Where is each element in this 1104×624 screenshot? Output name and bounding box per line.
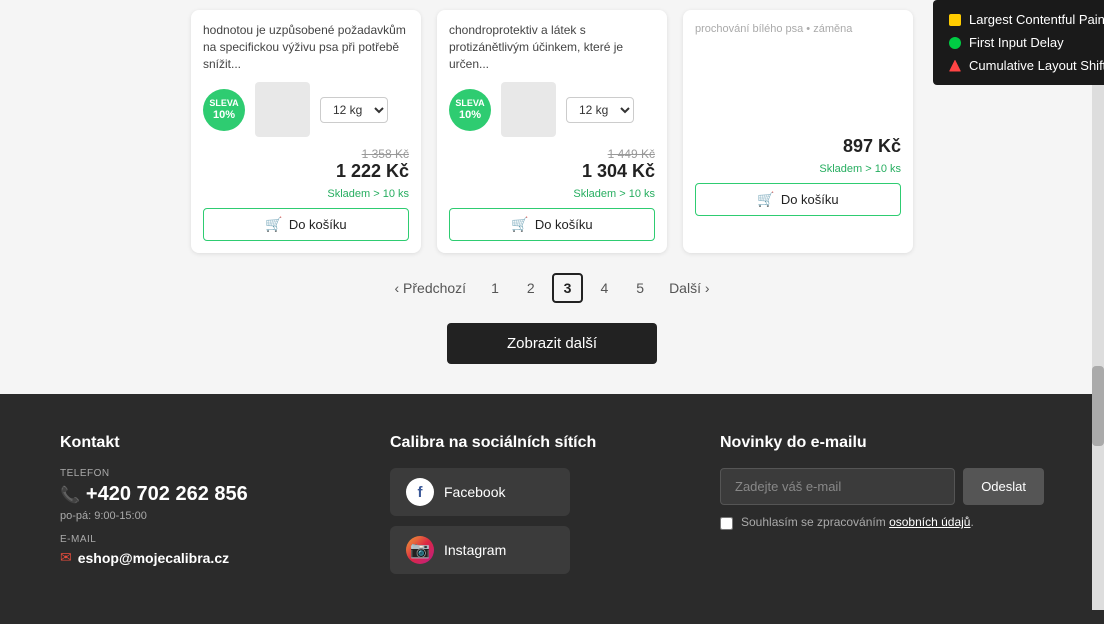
footer: Kontakt TELEFON 📞 +420 702 262 856 po-pá… [0,394,1104,624]
show-more-button[interactable]: Zobrazit další [447,323,657,364]
working-hours: po-pá: 9:00-15:00 [60,510,330,522]
phone-icon: 📞 [60,485,80,505]
phone-row: 📞 +420 702 262 856 [60,483,330,506]
perf-row-lcp: Largest Contentful Paint 3.07 s [949,12,1104,27]
page-2-btn[interactable]: 2 [516,274,546,302]
stock-info-3: Skladem > 10 ks [695,163,901,175]
lcp-dot [949,14,961,26]
gdpr-row: Souhlasím se zpracováním osobních údajů. [720,515,1044,530]
footer-social-title: Calibra na sociálních sítích [390,434,660,452]
fid-dot [949,37,961,49]
cls-label: Cumulative Layout Shift [969,58,1104,73]
page-1-btn[interactable]: 1 [480,274,510,302]
product-controls-2: SLEVA 10% 12 kg 4 kg 2 kg [449,82,655,137]
facebook-icon: f [406,478,434,506]
email-row: ✉ eshop@mojecalibra.cz [60,549,330,566]
price-area-1: 1 358 Kč 1 222 Kč [203,147,409,182]
footer-contact: Kontakt TELEFON 📞 +420 702 262 856 po-pá… [60,434,330,584]
next-page-btn[interactable]: Další › [661,274,717,302]
add-to-cart-btn-3[interactable]: 🛒 Do košíku [695,183,901,216]
gdpr-checkbox[interactable] [720,517,733,530]
sleva-badge-1: SLEVA 10% [203,89,245,131]
prev-page-btn[interactable]: ‹ Předchozí [386,274,474,302]
page-4-btn[interactable]: 4 [589,274,619,302]
price-area-2: 1 449 Kč 1 304 Kč [449,147,655,182]
footer-newsletter: Novinky do e-mailu Odeslat Souhlasím se … [720,434,1044,584]
sale-price-3: 897 Kč [695,136,901,157]
original-price-2: 1 449 Kč [449,147,655,161]
stock-info-1: Skladem > 10 ks [203,188,409,200]
footer-social: Calibra na sociálních sítích f Facebook … [390,434,660,584]
instagram-button[interactable]: 📷 Instagram [390,526,570,574]
cart-icon-2: 🛒 [511,216,528,233]
scrollbar[interactable] [1092,0,1104,610]
telefon-label: TELEFON [60,468,330,479]
product-text-3: prochování bílého psa • záměna [695,22,901,66]
gdpr-text: Souhlasím se zpracováním osobních údajů. [741,515,974,529]
email-input-row: Odeslat [720,468,1044,505]
product-card-3: prochování bílého psa • záměna 897 Kč Sk… [683,10,913,253]
product-text-1: hodnotou je uzpůsobené požadavkům na spe… [203,22,409,72]
instagram-label: Instagram [444,542,506,558]
gdpr-link[interactable]: osobních údajů [889,515,970,529]
perf-row-fid: First Input Delay 0.98 ms [949,35,1104,50]
product-image-1 [255,82,310,137]
facebook-button[interactable]: f Facebook [390,468,570,516]
cart-icon-3: 🛒 [757,191,774,208]
price-area-3: 897 Kč [695,136,901,157]
cart-icon-1: 🛒 [265,216,282,233]
product-controls-1: SLEVA 10% 12 kg 4 kg 2 kg [203,82,409,137]
footer-contact-title: Kontakt [60,434,330,452]
sale-price-2: 1 304 Kč [449,161,655,182]
performance-overlay: Largest Contentful Paint 3.07 s First In… [933,0,1104,85]
weight-select-2[interactable]: 12 kg 4 kg 2 kg [566,97,634,123]
add-to-cart-btn-1[interactable]: 🛒 Do košíku [203,208,409,241]
footer-newsletter-title: Novinky do e-mailu [720,434,1044,452]
sale-price-1: 1 222 Kč [203,161,409,182]
phone-number: +420 702 262 856 [86,483,248,506]
original-price-1: 1 358 Kč [203,147,409,161]
product-card-2: chondroprotektiv a látek s protizánětliv… [437,10,667,253]
cls-dot [949,60,961,72]
instagram-icon: 📷 [406,536,434,564]
product-card-1: hodnotou je uzpůsobené požadavkům na spe… [191,10,421,253]
add-to-cart-btn-2[interactable]: 🛒 Do košíku [449,208,655,241]
product-image-2 [501,82,556,137]
email-address: eshop@mojecalibra.cz [78,550,229,566]
page-5-btn[interactable]: 5 [625,274,655,302]
facebook-label: Facebook [444,484,505,500]
products-container: hodnotou je uzpůsobené požadavkům na spe… [0,0,1104,273]
product-text-2: chondroprotektiv a látek s protizánětliv… [449,22,655,72]
scrollbar-thumb[interactable] [1092,366,1104,446]
pagination: ‹ Předchozí 1 2 3 4 5 Další › [0,273,1104,303]
email-newsletter-input[interactable] [720,468,955,505]
page-3-btn[interactable]: 3 [552,273,584,303]
perf-row-cls: Cumulative Layout Shift 0.90 [949,58,1104,73]
send-newsletter-button[interactable]: Odeslat [963,468,1044,505]
sleva-badge-2: SLEVA 10% [449,89,491,131]
weight-select-1[interactable]: 12 kg 4 kg 2 kg [320,97,388,123]
fid-label: First Input Delay [969,35,1104,50]
stock-info-2: Skladem > 10 ks [449,188,655,200]
email-label: E-MAIL [60,534,330,545]
lcp-label: Largest Contentful Paint [969,12,1104,27]
email-icon: ✉ [60,549,72,566]
